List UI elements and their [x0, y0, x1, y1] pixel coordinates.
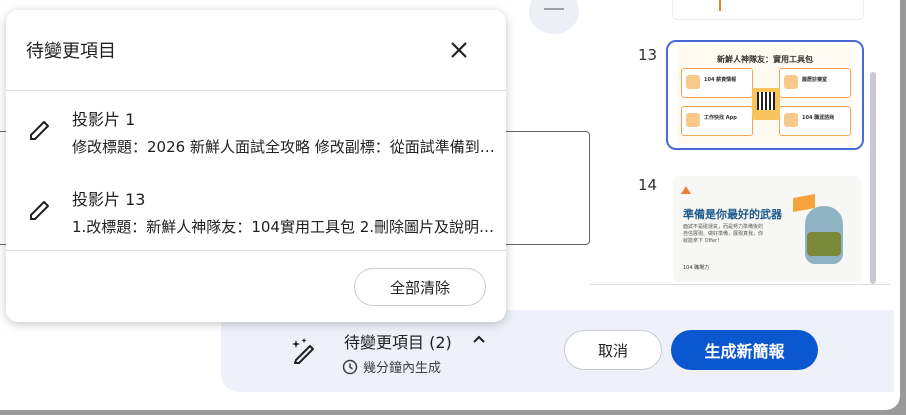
- magic-edit-icon: [292, 338, 314, 364]
- slide-13-card: 104 職涯諮商: [779, 106, 851, 136]
- close-icon[interactable]: [448, 39, 470, 61]
- card-label: 104 薪資情報: [704, 77, 737, 83]
- slide-thumbnail-13[interactable]: 新鮮人神隊友：實用工具包 104 薪資情報 履歷診療室 工作快找 App 104…: [666, 40, 864, 150]
- slide-14-title: 準備是你最好的武器: [683, 208, 782, 221]
- slide-13-canvas: 新鮮人神隊友：實用工具包 104 薪資情報 履歷診療室 工作快找 App 104…: [677, 48, 853, 144]
- slide-14-body: 面試不是碰運氣，而是努力準備後的自信展現。做好準備，展現真我，你就能拿下 Off…: [683, 224, 764, 244]
- slide-13-card: 履歷診療室: [779, 68, 851, 98]
- change-item-title: 投影片 1: [72, 110, 136, 129]
- slides-scrollbar[interactable]: [870, 72, 876, 284]
- popover-divider: [6, 250, 506, 251]
- slide-14-footer: 104 職場力: [683, 265, 710, 271]
- popover-title: 待變更項目: [26, 41, 116, 62]
- slide-number-13: 13: [638, 46, 658, 64]
- card-icon: [784, 75, 798, 89]
- qr-code-icon: [752, 88, 780, 120]
- collapse-handle-button[interactable]: [529, 0, 579, 34]
- thumbnail-decoration: [719, 0, 721, 11]
- card-label: 履歷診療室: [802, 77, 828, 83]
- slide-13-card: 104 薪資情報: [681, 68, 753, 98]
- slide-13-title: 新鮮人神隊友：實用工具包: [717, 55, 813, 64]
- change-item-description: 修改標題：2026 新鮮人面試全攻略 修改副標：從面試準備到錄取: [72, 138, 502, 156]
- card-label: 工作快找 App: [704, 115, 737, 121]
- chevron-up-icon[interactable]: [470, 330, 488, 348]
- slide-13-card: 工作快找 App: [681, 106, 753, 136]
- panel-divider: [590, 284, 890, 285]
- generation-time-hint: 幾分鐘內生成: [363, 361, 442, 376]
- clear-all-button[interactable]: 全部清除: [354, 268, 486, 306]
- card-icon: [686, 113, 700, 127]
- cancel-button[interactable]: 取消: [564, 330, 662, 370]
- mascot-shirt: [807, 232, 841, 256]
- card-icon: [686, 75, 700, 89]
- slide-thumbnail-12[interactable]: [672, 0, 864, 20]
- clock-icon: [342, 359, 358, 375]
- triangle-icon: [681, 186, 691, 194]
- generate-presentation-button[interactable]: 生成新簡報: [671, 330, 818, 370]
- pending-changes-toggle[interactable]: 待變更項目 (2): [344, 329, 452, 353]
- change-item-description: 1.改標題：新鮮人神隊友：104實用工具包 2.刪除圖片及說明文字: [72, 218, 502, 236]
- card-icon: [784, 113, 798, 127]
- popover-divider: [6, 90, 506, 91]
- card-label: 104 職涯諮商: [802, 115, 835, 121]
- pending-changes-popover: 待變更項目 投影片 1 修改標題：2026 新鮮人面試全攻略 修改副標：從面試準…: [6, 10, 506, 322]
- pencil-icon: [30, 121, 49, 140]
- minus-icon: [544, 8, 564, 10]
- change-item-title: 投影片 13: [72, 190, 146, 209]
- slide-thumbnail-14[interactable]: 準備是你最好的武器 面試不是碰運氣，而是努力準備後的自信展現。做好準備，展現真我…: [673, 176, 861, 282]
- pencil-icon: [30, 201, 49, 220]
- slide-number-14: 14: [638, 176, 658, 194]
